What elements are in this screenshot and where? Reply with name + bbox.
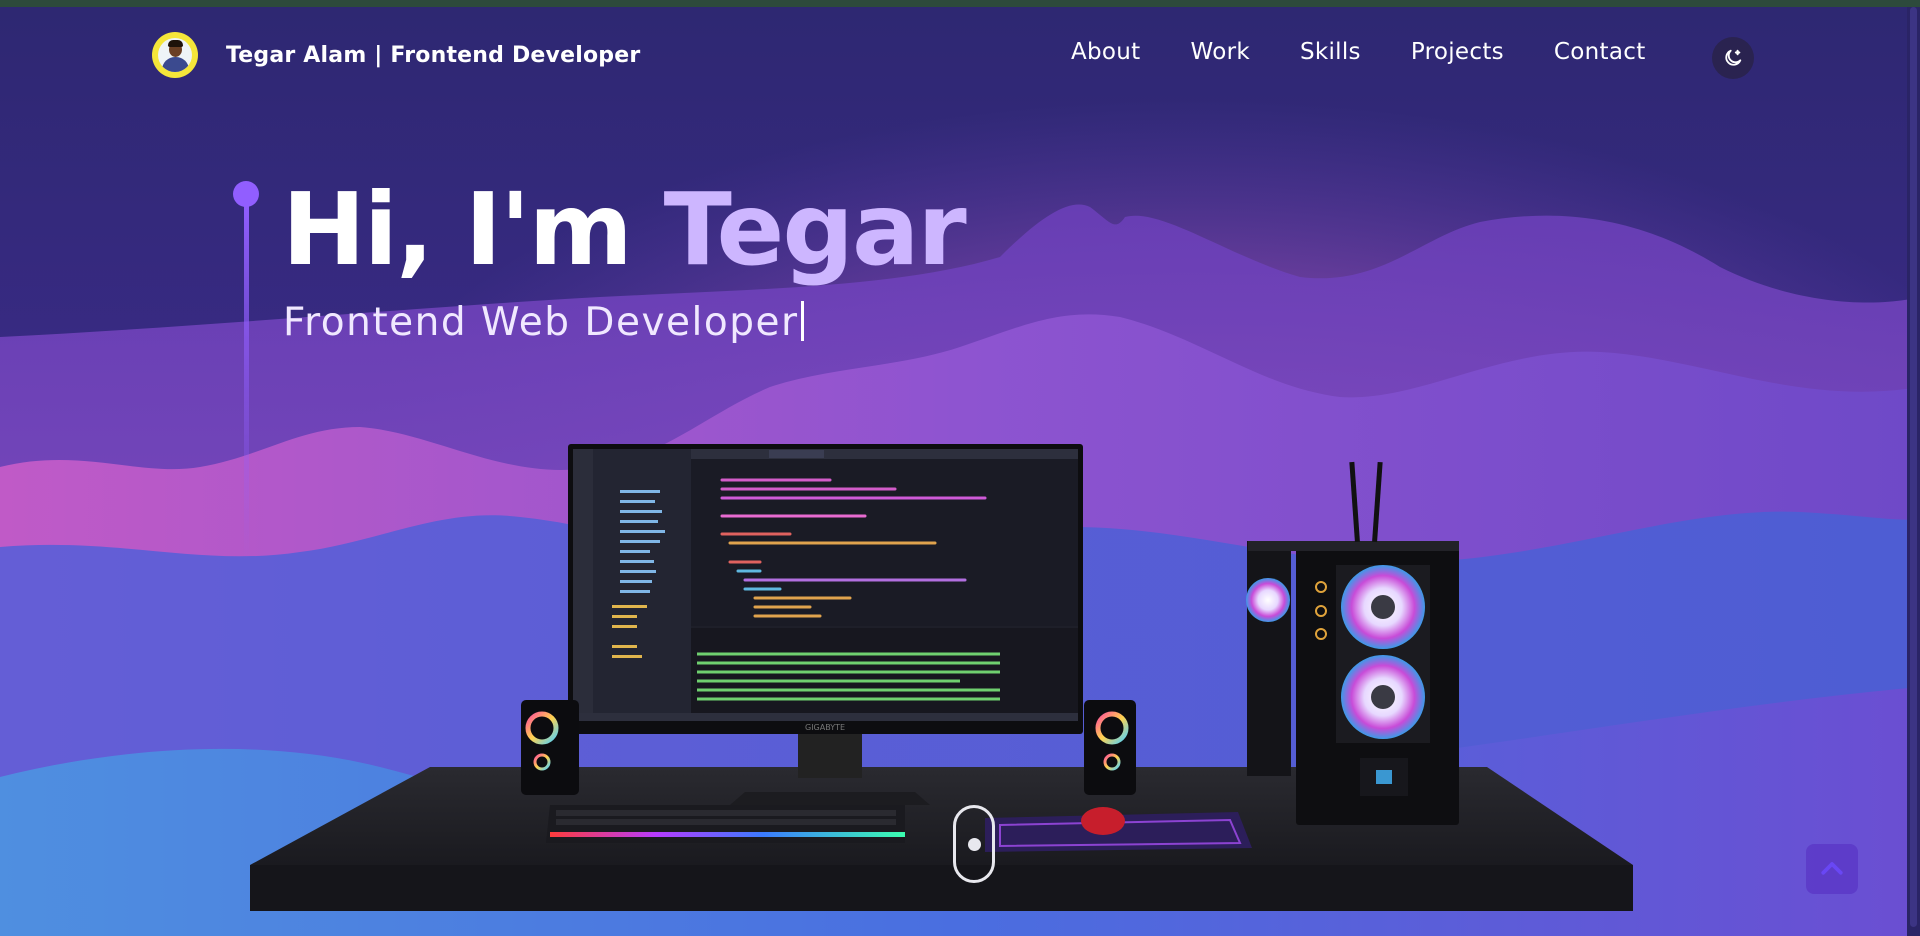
monitor-brand-label: GIGABYTE [805, 723, 845, 732]
mouse-scroll-icon [968, 838, 981, 851]
scroll-down-indicator[interactable] [953, 805, 995, 883]
back-to-top-button[interactable] [1806, 844, 1858, 894]
chevron-up-icon [1821, 862, 1843, 875]
desk-setup-3d-model[interactable]: GIGABYTE [0, 0, 1920, 936]
